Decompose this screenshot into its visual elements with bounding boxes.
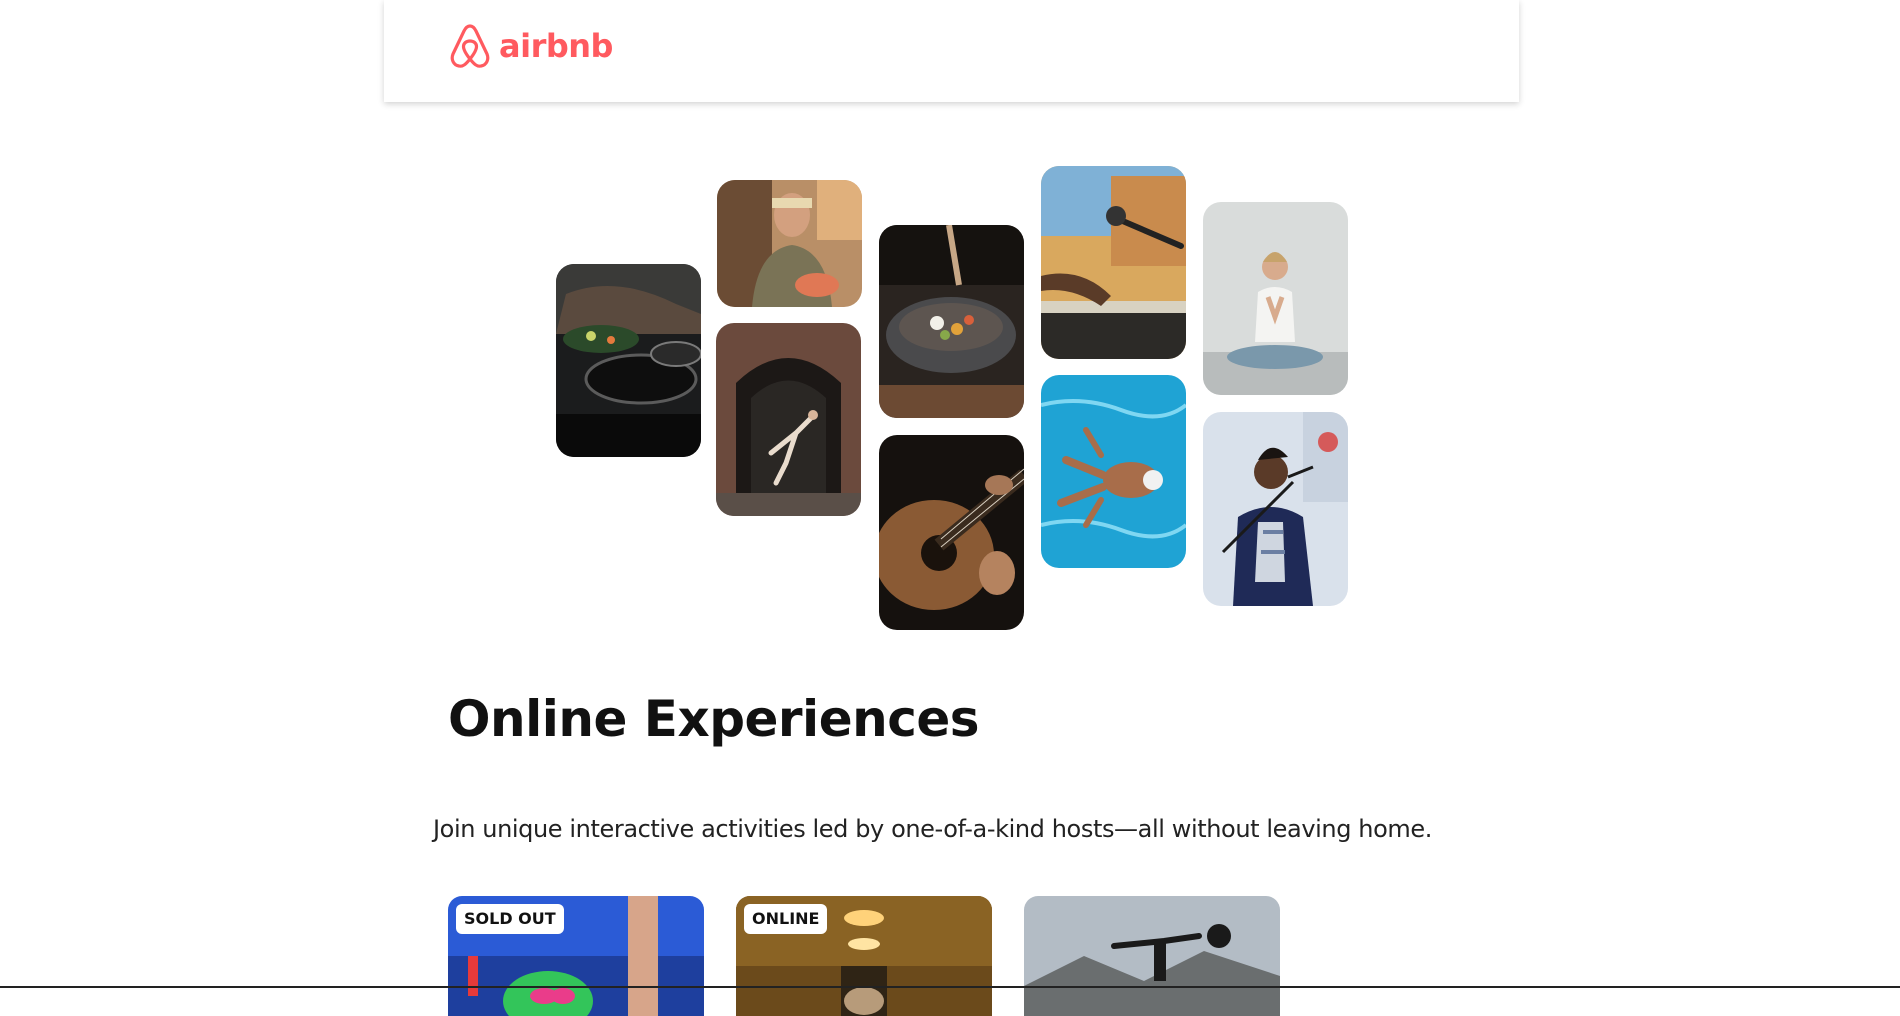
photo-guitar-player [879,435,1024,630]
photo-yoga-meditation [1203,202,1348,395]
photo-keyboard-microphone [1041,166,1186,359]
airbnb-logo-icon [450,24,490,68]
photo-dancer-in-doorway [716,323,861,516]
photo-woman-holding-tray [717,180,862,307]
experience-card[interactable] [1024,896,1280,1016]
logo-wordmark: airbnb [499,27,613,65]
top-navbar: airbnb [384,0,1519,102]
photo-swimmer-pool [1041,375,1186,568]
photo-singer-microphone [1203,412,1348,606]
experience-card[interactable]: ONLINE [736,896,992,1016]
airbnb-logo[interactable]: airbnb [447,22,613,70]
page-title: Online Experiences [448,690,980,748]
status-badge: ONLINE [744,904,828,934]
photo-bowl-dish [879,225,1024,418]
page-subtitle: Join unique interactive activities led b… [433,815,1432,843]
experience-card[interactable]: SOLD OUT [448,896,704,1016]
photo-cooking-pans [556,264,701,457]
status-badge: SOLD OUT [456,904,564,934]
